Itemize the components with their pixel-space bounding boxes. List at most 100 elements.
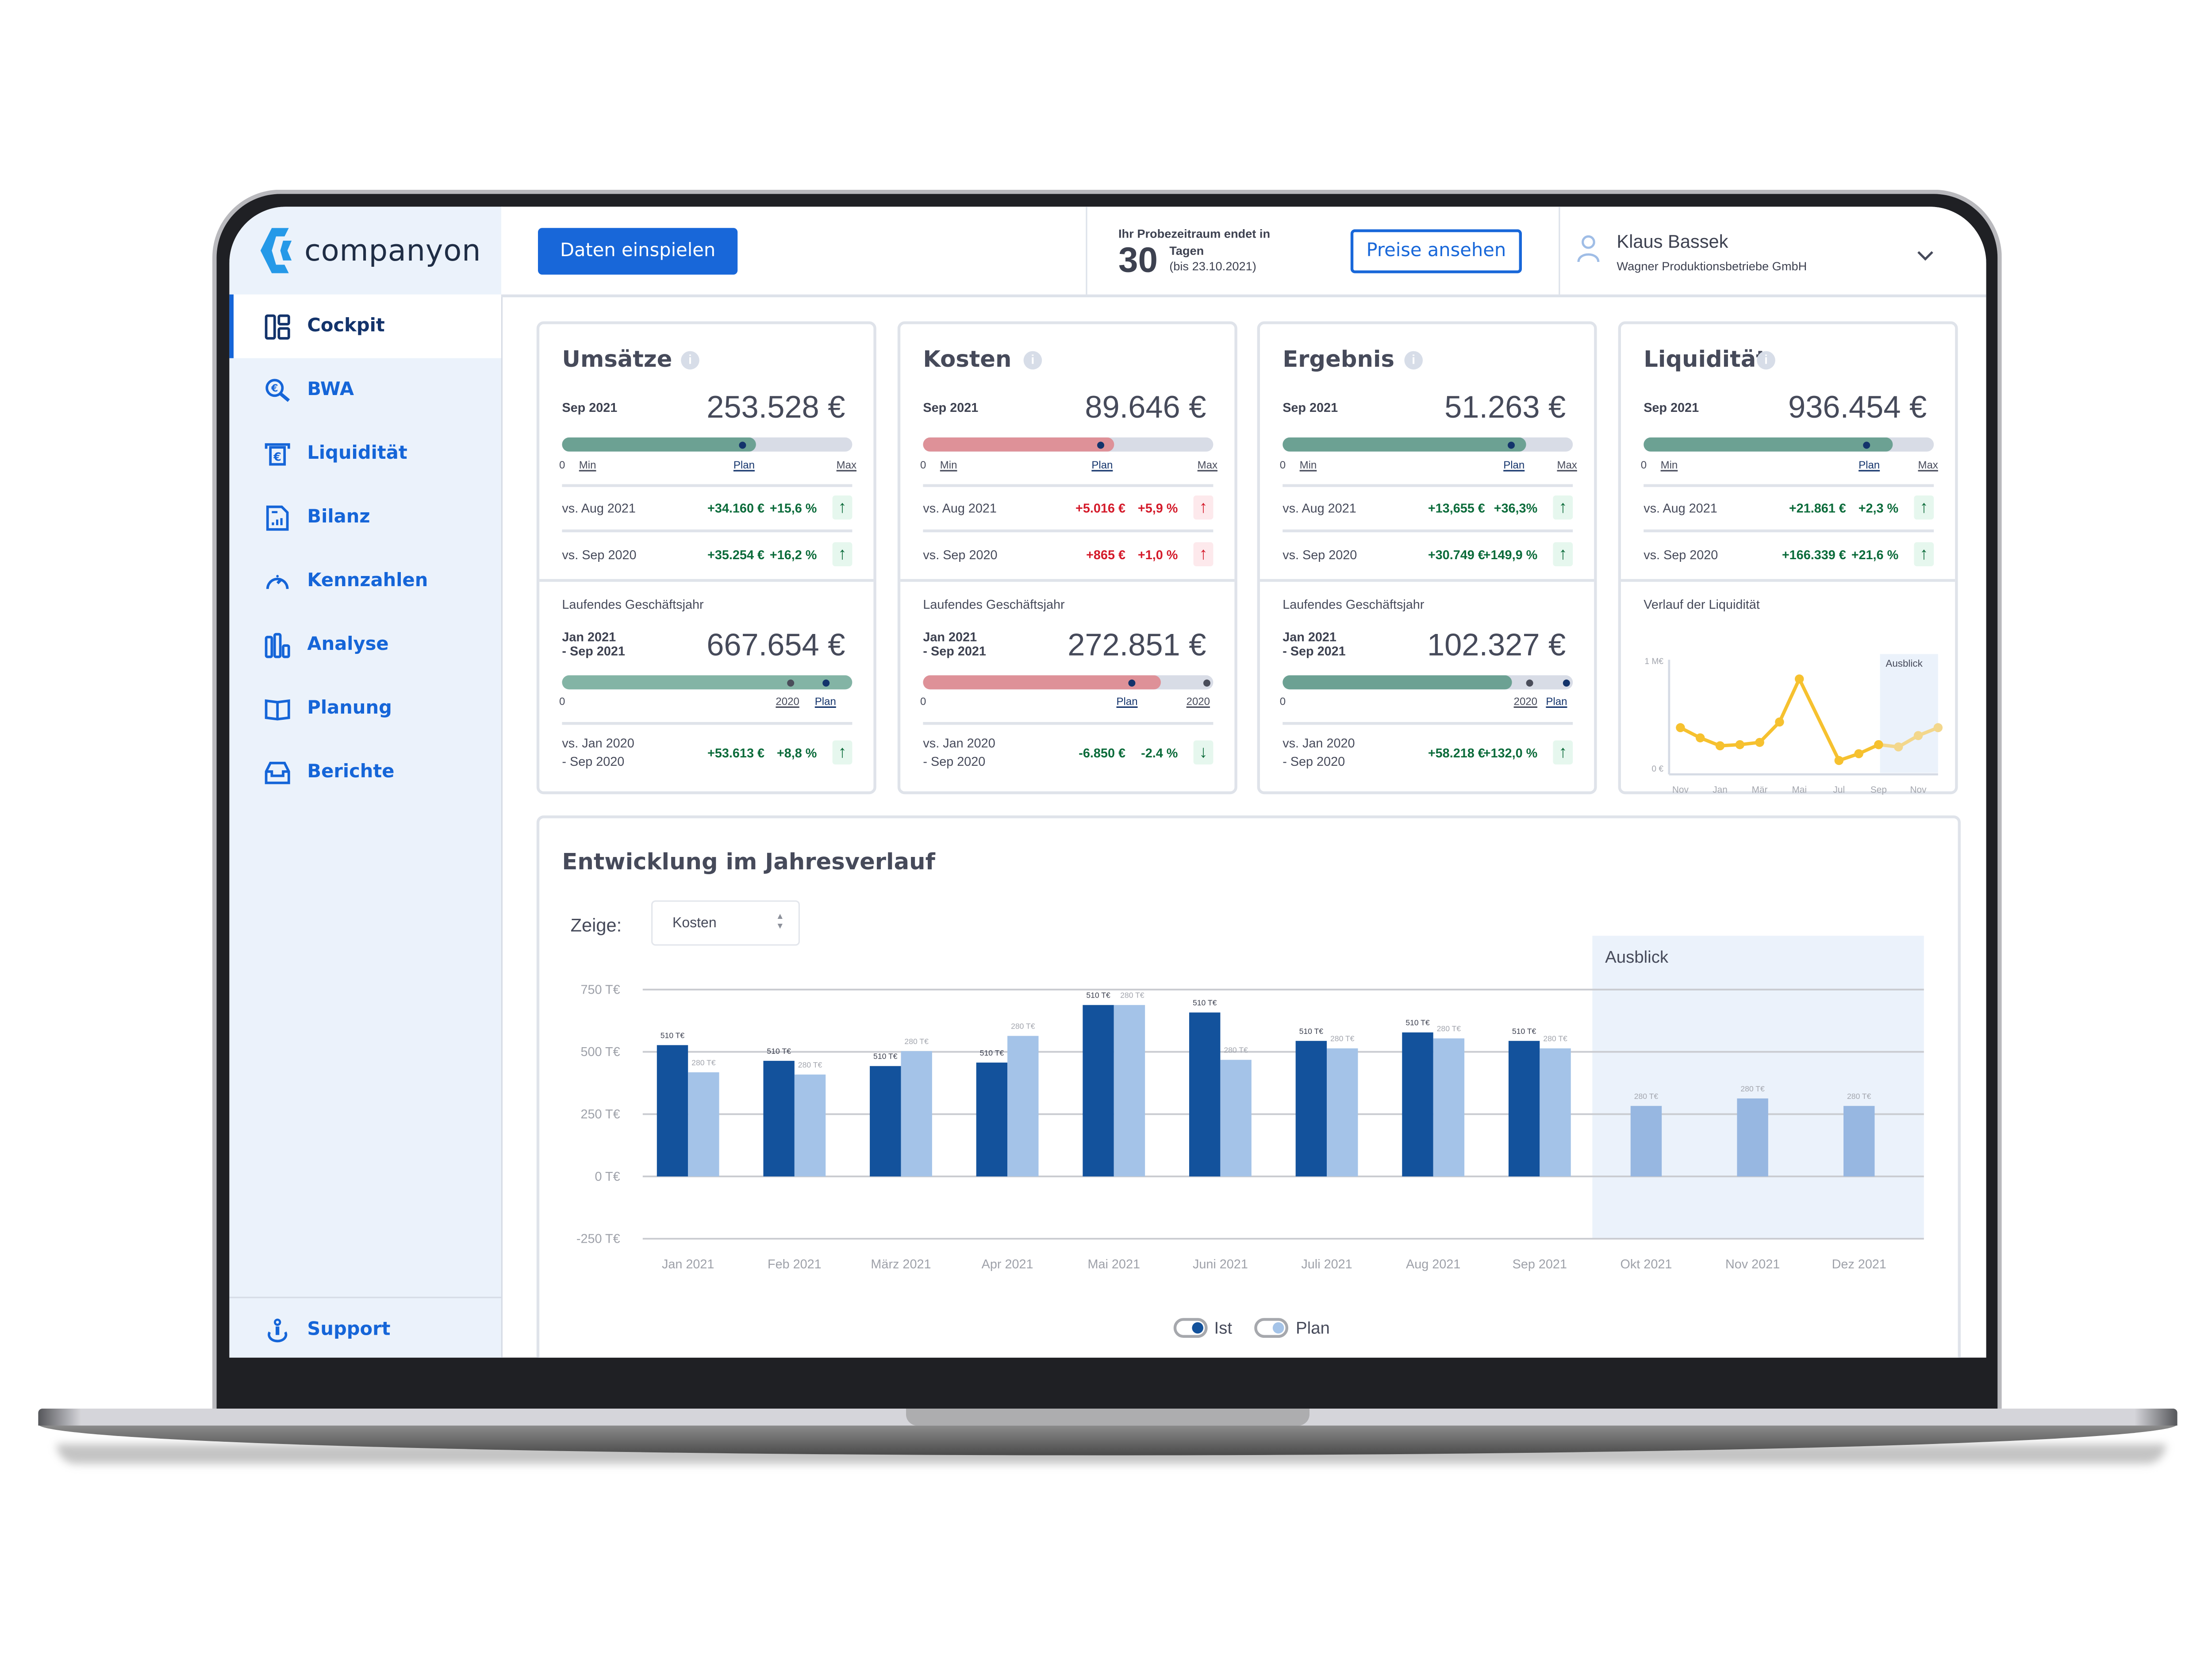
arrow-up-icon: ↑ <box>832 542 853 566</box>
bar-label-ist: 510 T€ <box>1193 998 1217 1007</box>
ytd-progress-bar <box>1283 675 1573 690</box>
comparison-label: vs. Aug 2021 <box>1644 501 1717 515</box>
liquidity-line-chart: Ausblick 1 M€ 0 € Nov Jan Mär Mai Jul Sep Nov <box>1644 654 1943 795</box>
sidebar-item-kennzahlen[interactable]: Kennzahlen <box>229 549 501 613</box>
bar-plan[interactable] <box>901 1051 932 1177</box>
scale-plan-link[interactable]: Plan <box>1091 459 1113 472</box>
balance-report-icon <box>263 503 292 532</box>
divider <box>562 529 853 533</box>
bar-plan[interactable] <box>1843 1106 1875 1177</box>
y-tick-label: 0 € <box>1651 764 1663 774</box>
bar-ist[interactable] <box>1508 1041 1540 1177</box>
scale-max-link[interactable]: Max <box>1198 459 1217 472</box>
divider <box>1283 529 1573 533</box>
kpi-scale: 0 Min Plan Max <box>920 459 1217 473</box>
atm-euro-icon: € <box>263 440 292 468</box>
toggle-switch-plan[interactable] <box>1255 1318 1289 1338</box>
scale-zero: 0 <box>920 458 926 472</box>
bar-plan[interactable] <box>1433 1038 1465 1177</box>
toggle-switch-ist[interactable] <box>1173 1318 1207 1338</box>
comparison-pct: +5,9 % <box>1137 501 1178 515</box>
sidebar-item-support[interactable]: Support <box>229 1298 501 1357</box>
sidebar-item-label: Analyse <box>307 634 389 656</box>
scale-min-link[interactable]: Min <box>579 459 596 472</box>
scale-min-link[interactable]: Min <box>1661 459 1678 472</box>
bar-plan[interactable] <box>794 1074 826 1177</box>
arrow-up-icon: ↑ <box>1553 542 1573 566</box>
ytd-scale-a-link[interactable]: Plan <box>1117 695 1138 708</box>
divider <box>923 722 1214 725</box>
bar-plan[interactable] <box>1327 1048 1358 1177</box>
y-tick-label: 250 T€ <box>580 1107 620 1121</box>
x-tick-label: Mär <box>1752 785 1768 795</box>
y-tick-label: 500 T€ <box>580 1045 620 1059</box>
x-tick-label: Dez 2021 <box>1832 1257 1886 1271</box>
scale-plan-link[interactable]: Plan <box>1503 459 1525 472</box>
data-point <box>1874 740 1883 749</box>
bar-ist[interactable] <box>657 1045 688 1177</box>
comparison-row: vs. Aug 2021 +5.016 € +5,9 % ↑ <box>923 495 1214 524</box>
ytd-scale-b-link[interactable]: Plan <box>815 695 836 708</box>
bar-plan[interactable] <box>688 1072 719 1177</box>
ytd-scale-b-link[interactable]: 2020 <box>1187 695 1210 708</box>
sidebar-item-berichte[interactable]: Berichte <box>229 741 501 804</box>
sidebar-support: Support <box>229 1297 501 1358</box>
scale-min-link[interactable]: Min <box>940 459 957 472</box>
bar-plan[interactable] <box>1220 1060 1252 1177</box>
scale-plan-link[interactable]: Plan <box>733 459 755 472</box>
x-tick-label: Mai 2021 <box>1088 1257 1140 1271</box>
legend-toggle-plan[interactable]: Plan <box>1255 1318 1330 1338</box>
bar-label-plan: 280 T€ <box>904 1037 929 1046</box>
sidebar-item-bilanz[interactable]: Bilanz <box>229 486 501 549</box>
bar-label-plan: 280 T€ <box>1437 1024 1461 1033</box>
kpi-period: Sep 2021 <box>923 400 979 415</box>
sidebar-item-liquiditat[interactable]: € Liquidität <box>229 422 501 486</box>
ytd-period-end: - Sep 2021 <box>562 644 625 658</box>
bar-plan[interactable] <box>1630 1106 1662 1177</box>
bar-label-ist: 510 T€ <box>980 1048 1004 1057</box>
info-icon[interactable]: i <box>1023 351 1042 370</box>
ytd-scale-a-link[interactable]: 2020 <box>776 695 799 708</box>
bar-ist[interactable] <box>870 1066 901 1177</box>
ytd-period-start: Jan 2021 <box>923 630 977 644</box>
ytd-period-start: Jan 2021 <box>562 630 616 644</box>
info-icon[interactable]: i <box>1757 351 1775 370</box>
bar-ist[interactable] <box>1295 1041 1327 1177</box>
comparison-row: vs. Aug 2021 +13,655 € +36,3% ↑ <box>1283 495 1573 524</box>
ytd-scale-a-link[interactable]: 2020 <box>1514 695 1537 708</box>
sidebar-item-planung[interactable]: Planung <box>229 677 501 741</box>
legend-toggle-ist[interactable]: Ist <box>1173 1318 1232 1338</box>
bar-plan[interactable] <box>1007 1036 1039 1177</box>
scale-max-link[interactable]: Max <box>1918 459 1938 472</box>
bar-ist[interactable] <box>1083 1005 1114 1177</box>
logo[interactable]: companyon <box>260 227 481 275</box>
scale-max-link[interactable]: Max <box>837 459 856 472</box>
scale-min-link[interactable]: Min <box>1300 459 1317 472</box>
bar-ist[interactable] <box>1402 1032 1433 1177</box>
arrow-up-icon: ↑ <box>1193 495 1214 520</box>
info-icon[interactable]: i <box>1404 351 1423 370</box>
sidebar-item-cockpit[interactable]: Cockpit <box>229 294 501 358</box>
scale-plan-link[interactable]: Plan <box>1859 459 1880 472</box>
comparison-abs: +30.749 € <box>1428 548 1485 562</box>
kpi-scale: 0 Min Plan Max <box>559 459 856 473</box>
ytd-comparison-row: +58.218 € +132,0 % ↑ <box>1283 740 1573 769</box>
app: companyon Cockpit € BWA € Liquidität Bilanz Ke… <box>229 207 1986 1358</box>
bar-plan[interactable] <box>1114 1005 1145 1177</box>
bar-ist[interactable] <box>763 1060 795 1177</box>
speedometer-icon <box>263 567 292 595</box>
sidebar-item-analyse[interactable]: Analyse <box>229 613 501 677</box>
ytd-marker-a <box>1525 679 1533 686</box>
y-tick-label: 1 M€ <box>1644 657 1663 666</box>
bar-plan[interactable] <box>1737 1098 1768 1177</box>
data-point <box>1695 733 1705 743</box>
scale-max-link[interactable]: Max <box>1557 459 1577 472</box>
info-icon[interactable]: i <box>681 351 699 370</box>
bar-ist[interactable] <box>1189 1012 1221 1177</box>
bar-ist[interactable] <box>976 1062 1008 1177</box>
x-tick-label: Apr 2021 <box>982 1257 1033 1271</box>
bar-plan[interactable] <box>1540 1048 1571 1177</box>
sidebar-item-bwa[interactable]: € BWA <box>229 358 501 422</box>
kpi-value: 253.528 € <box>707 389 845 425</box>
ytd-scale-b-link[interactable]: Plan <box>1546 695 1567 708</box>
